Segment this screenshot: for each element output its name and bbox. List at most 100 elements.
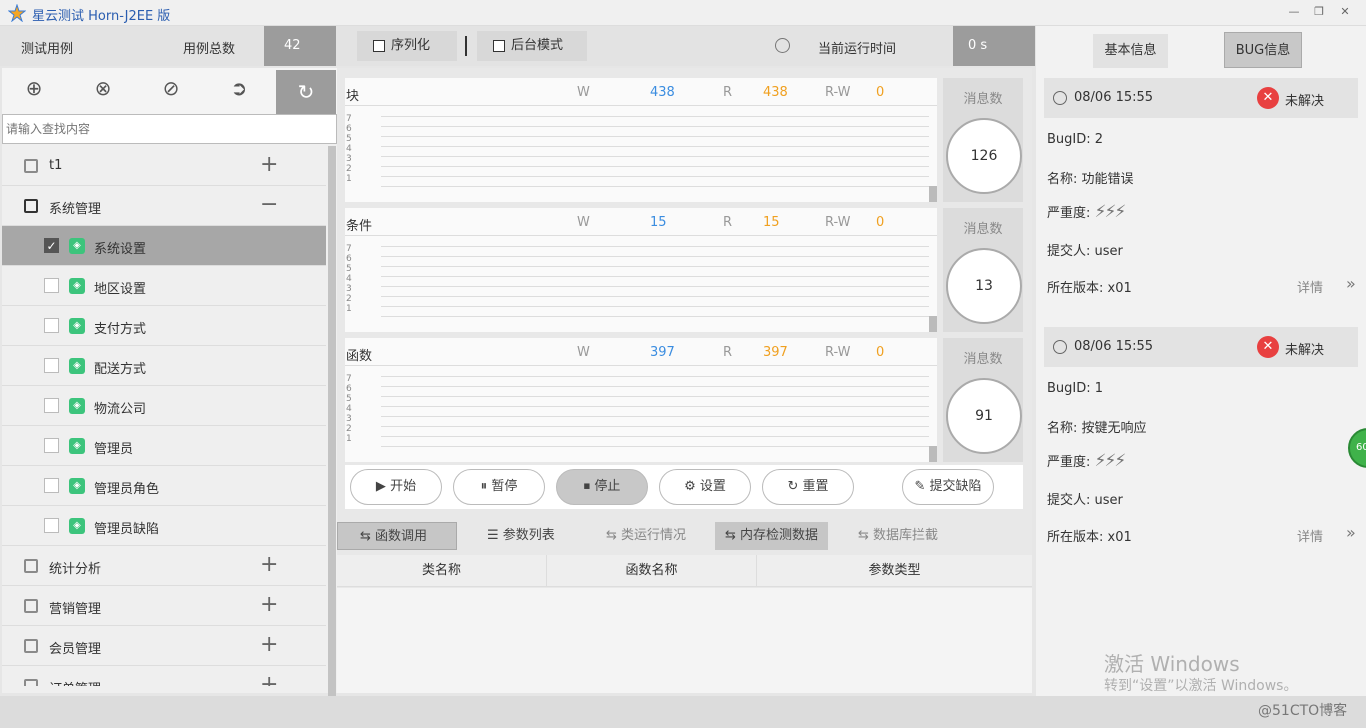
checkbox[interactable] — [44, 478, 59, 493]
w-value: 397 — [650, 345, 675, 360]
restore-icon[interactable]: ❐ — [1311, 4, 1327, 20]
tree-item-marketing[interactable]: 营销管理 + — [2, 586, 326, 626]
minimize-icon[interactable]: — — [1286, 4, 1302, 20]
checkbox[interactable] — [44, 518, 59, 533]
tree-item-orders[interactable]: 订单管理 + — [2, 666, 326, 686]
bug-id: 2 — [1094, 132, 1104, 147]
tree-item-label: 系统设置 — [94, 242, 147, 257]
background-mode-checkbox[interactable]: 后台模式 — [477, 31, 587, 61]
detail-link[interactable]: 详情 — [1297, 277, 1323, 296]
serialize-checkbox[interactable]: 序列化 — [357, 31, 457, 61]
bug-card-header: 08/06 15:55 ✕ 未解决 — [1044, 78, 1358, 118]
panel-header: 条件 W 15 R 15 R-W 0 — [345, 208, 937, 236]
run-time-value: 0 s — [953, 26, 1035, 66]
tab-db-intercept[interactable]: ⇆ 数据库拦截 — [848, 522, 948, 550]
tree-subitem-system-settings[interactable]: ✓ ◈ 系统设置 — [2, 226, 326, 266]
submit-bug-button[interactable]: ✎ 提交缺陷 — [902, 469, 994, 505]
tree-subitem-admin-role[interactable]: ◈ 管理员角色 — [2, 466, 326, 506]
tab-class-run[interactable]: ⇆ 类运行情况 — [596, 522, 696, 550]
grid-line — [381, 146, 929, 147]
panel-scrollbar[interactable] — [929, 316, 937, 332]
detail-link[interactable]: 详情 — [1297, 526, 1323, 545]
checkbox-checked[interactable]: ✓ — [44, 238, 59, 253]
tree-item-system-management[interactable]: 系统管理 − — [2, 186, 326, 226]
message-count-label: 消息数 — [963, 92, 1003, 107]
reset-button[interactable]: ↻ 重置 — [762, 469, 854, 505]
field-label: 所在版本: — [1047, 281, 1104, 296]
edit-icon[interactable]: ⊘ — [161, 78, 181, 98]
grid-line — [381, 156, 929, 157]
start-button[interactable]: ▶ 开始 — [350, 469, 442, 505]
tab-basic-info[interactable]: 基本信息 — [1093, 34, 1168, 68]
tree-item-statistics[interactable]: 统计分析 + — [2, 546, 326, 586]
stop-icon: ⏹ — [583, 479, 595, 494]
case-total-value: 42 — [264, 26, 336, 66]
condition-coverage-panel: 条件 W 15 R 15 R-W 0 7 6 5 4 3 2 1 — [345, 208, 937, 332]
grid-line — [381, 166, 929, 167]
tab-memory-check[interactable]: ⇆ 内存检测数据 — [715, 522, 829, 550]
tree-scrollbar[interactable] — [328, 146, 336, 716]
rw-label: R-W — [825, 345, 851, 360]
bug-severity-row: 严重度: ⚡⚡⚡ — [1047, 451, 1126, 471]
tab-label: 参数列表 — [502, 528, 555, 543]
expand-icon[interactable]: + — [260, 672, 278, 686]
tab-bug-info[interactable]: BUG信息 — [1224, 32, 1302, 68]
pause-button[interactable]: ⏸ 暂停 — [453, 469, 545, 505]
r-label: R — [723, 345, 733, 360]
expand-icon[interactable]: + — [260, 552, 278, 577]
panel-scrollbar[interactable] — [929, 446, 937, 462]
tree-subitem-payment[interactable]: ◈ 支付方式 — [2, 306, 326, 346]
case-icon: ◈ — [69, 438, 85, 454]
tree-subitem-region-settings[interactable]: ◈ 地区设置 — [2, 266, 326, 306]
col-param-type[interactable]: 参数类型 — [757, 555, 1032, 587]
tree-item-t1[interactable]: t1 + — [2, 146, 326, 186]
case-icon: ◈ — [69, 238, 85, 254]
checkbox[interactable] — [44, 398, 59, 413]
settings-button[interactable]: ⚙ 设置 — [659, 469, 751, 505]
module-icon — [24, 679, 38, 686]
grid-line — [381, 306, 929, 307]
tab-function-call[interactable]: ⇆ 函数调用 — [337, 522, 457, 550]
field-label: 名称: — [1047, 172, 1078, 187]
run-icon[interactable]: ➲ — [229, 78, 249, 98]
tree-subitem-delivery[interactable]: ◈ 配送方式 — [2, 346, 326, 386]
y-axis-ticks: 7 6 5 4 3 2 1 — [346, 374, 352, 444]
close-icon[interactable]: ✕ — [1337, 4, 1353, 20]
checkbox[interactable] — [44, 358, 59, 373]
chevron-right-icon[interactable]: » — [1346, 274, 1356, 293]
stop-button[interactable]: ⏹ 停止 — [556, 469, 648, 505]
collapse-icon[interactable]: − — [260, 192, 278, 217]
tree-subitem-admin-defect[interactable]: ◈ 管理员缺陷 — [2, 506, 326, 546]
checkbox[interactable] — [44, 278, 59, 293]
tree-item-members[interactable]: 会员管理 + — [2, 626, 326, 666]
tree-subitem-logistics[interactable]: ◈ 物流公司 — [2, 386, 326, 426]
chevron-right-icon[interactable]: » — [1346, 523, 1356, 542]
tab-label: 内存检测数据 — [740, 528, 819, 543]
grid-line — [381, 256, 929, 257]
expand-icon[interactable]: + — [260, 592, 278, 617]
tree-subitem-admin[interactable]: ◈ 管理员 — [2, 426, 326, 466]
checkbox[interactable] — [44, 318, 59, 333]
activation-watermark-text: 转到“设置”以激活 Windows。 — [1104, 678, 1298, 694]
refresh-icon[interactable]: ↻ — [276, 70, 336, 114]
tab-param-list[interactable]: ☰ 参数列表 — [477, 522, 565, 550]
list-icon: ⇆ — [858, 528, 874, 543]
tree-item-label: 订单管理 — [49, 678, 101, 686]
bug-name-row: 名称: 功能错误 — [1047, 168, 1134, 187]
col-class-name[interactable]: 类名称 — [337, 555, 547, 587]
expand-icon[interactable]: + — [260, 632, 278, 657]
col-function-name[interactable]: 函数名称 — [547, 555, 757, 587]
case-icon: ◈ — [69, 478, 85, 494]
remove-icon[interactable]: ⊗ — [93, 78, 113, 98]
panel-scrollbar[interactable] — [929, 186, 937, 202]
add-icon[interactable]: ⊕ — [24, 78, 44, 98]
checkbox[interactable] — [44, 438, 59, 453]
search-input[interactable] — [2, 114, 337, 144]
expand-icon[interactable]: + — [260, 152, 278, 177]
list-icon: ⇆ — [360, 529, 376, 544]
tree-item-label: 管理员角色 — [94, 482, 160, 497]
start-label: 开始 — [390, 479, 417, 494]
control-bar: ▶ 开始 ⏸ 暂停 ⏹ 停止 ⚙ 设置 ↻ 重置 ✎ 提交缺陷 — [345, 465, 1023, 509]
status-bar — [0, 696, 1366, 728]
w-label: W — [577, 345, 590, 360]
